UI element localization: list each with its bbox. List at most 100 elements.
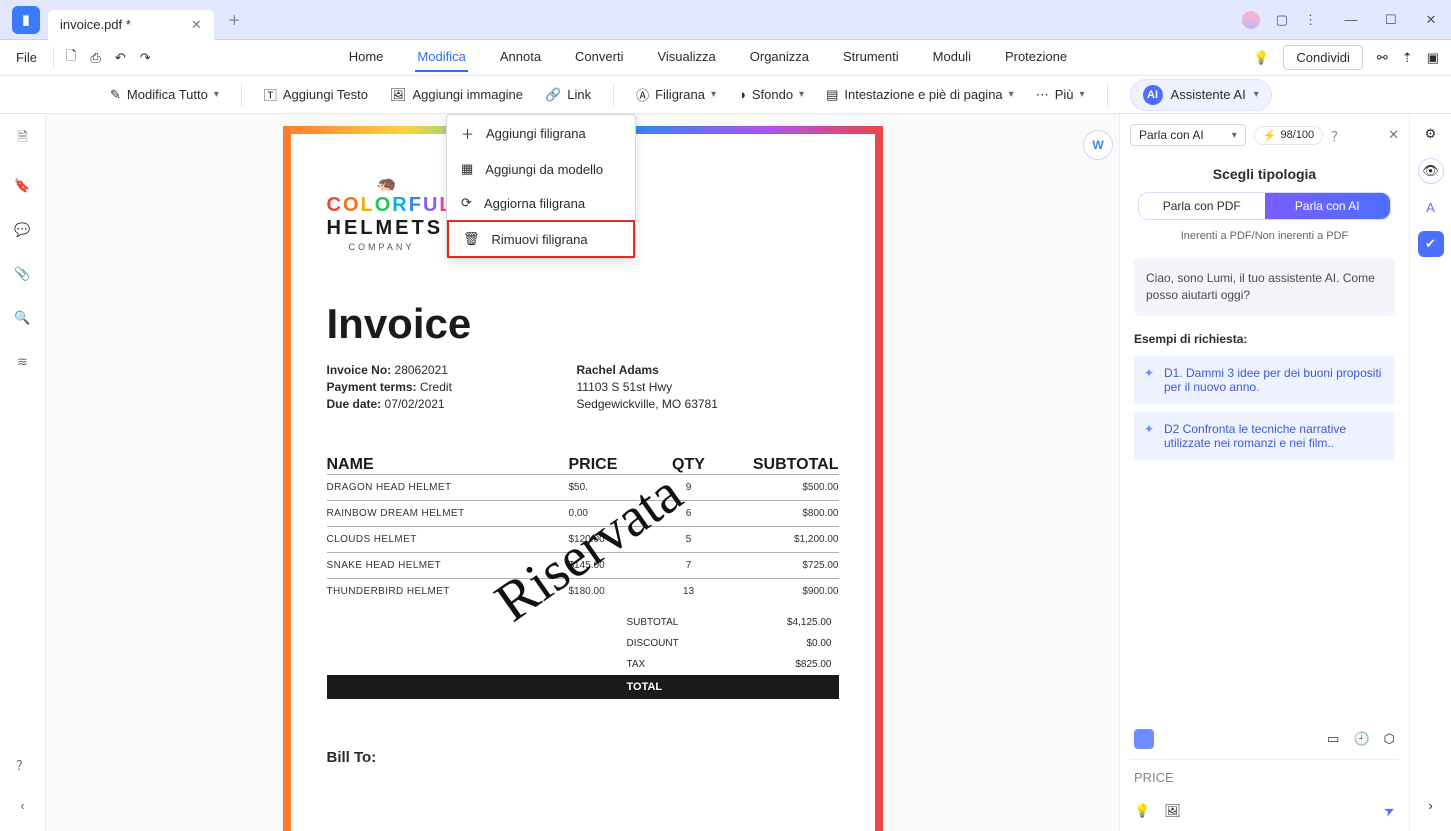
close-panel-icon[interactable]: ✕ — [1388, 127, 1399, 143]
ai-mode-label: Parla con AI — [1139, 128, 1204, 142]
invno-label: Invoice No: — [327, 363, 392, 377]
share-link-icon[interactable]: ⚯ — [1377, 50, 1388, 66]
lightbulb-icon[interactable]: 💡 — [1134, 803, 1150, 819]
convert-to-word-icon[interactable]: W — [1083, 130, 1113, 160]
seg-ai[interactable]: Parla con AI — [1265, 193, 1391, 219]
help-icon[interactable]: ？ — [16, 755, 29, 774]
watermark-dropdown: ＋Aggiungi filigrana ▦Aggiungi da modello… — [446, 114, 636, 259]
undo-icon[interactable]: ↶ — [115, 50, 126, 66]
add-watermark-item[interactable]: ＋Aggiungi filigrana — [447, 115, 635, 152]
cell-name: SNAKE HEAD HELMET — [327, 560, 569, 571]
history-icon[interactable]: 🕘 — [1353, 731, 1369, 747]
maximize-icon[interactable]: ☐ — [1377, 6, 1405, 34]
document-tab[interactable]: invoice.pdf * ✕ — [48, 10, 214, 40]
minimize-icon[interactable]: ― — [1337, 6, 1365, 34]
invno-value: 28062021 — [395, 363, 448, 377]
ai-assistant-button[interactable]: AI Assistente AI ▾ — [1130, 79, 1272, 111]
table-row: SNAKE HEAD HELMET$145.007$725.00 — [327, 552, 839, 578]
print-icon[interactable]: ⎙ — [90, 50, 100, 66]
add-tab-icon[interactable]: ＋ — [228, 10, 241, 29]
update-watermark-item[interactable]: ⟳Aggiorna filigrana — [447, 186, 635, 220]
cloud-upload-icon[interactable]: ⇡ — [1402, 50, 1413, 66]
header-footer-icon: ▤ — [826, 87, 838, 103]
settings-icon[interactable]: ⬡ — [1384, 731, 1395, 747]
ai-eye-icon[interactable]: 👁 — [1418, 158, 1444, 184]
table-row: RAINBOW DREAM HELMET0.006$800.00 — [327, 500, 839, 526]
add-text-button[interactable]: 🅃 Aggiungi Testo — [264, 85, 368, 104]
settings-sliders-icon[interactable]: ⚙ — [1425, 126, 1437, 142]
file-menu[interactable]: File — [0, 50, 53, 65]
help-icon[interactable]: ？ — [1331, 126, 1344, 145]
save-icon[interactable]: 🗋 — [66, 47, 76, 69]
bill-to-label: Bill To: — [327, 749, 839, 766]
background-button[interactable]: ◑ Sfondo ▾ — [738, 87, 804, 102]
menu-edit[interactable]: Modifica — [415, 43, 467, 72]
template-icon: ▦ — [461, 161, 473, 177]
table-row: THUNDERBIRD HELMET$180.0013$900.00 — [327, 578, 839, 604]
chat-icon[interactable]: ▢ — [1276, 12, 1288, 28]
cell-sub: $1,200.00 — [729, 534, 839, 545]
send-icon[interactable]: ➤ — [1381, 801, 1398, 820]
ai-mode-segment: Parla con PDF Parla con AI — [1138, 192, 1391, 220]
cell-qty: 9 — [649, 482, 729, 493]
close-tab-icon[interactable]: ✕ — [191, 17, 202, 33]
menu-organize[interactable]: Organizza — [748, 43, 811, 72]
menu-forms[interactable]: Moduli — [931, 43, 973, 72]
ai-title: Scegli tipologia — [1130, 166, 1399, 182]
ai-app-icon[interactable] — [1134, 729, 1154, 749]
image-attach-icon[interactable]: 🖼 — [1164, 803, 1181, 819]
collapse-right-icon[interactable]: › — [1428, 798, 1432, 813]
background-icon: ◑ — [738, 87, 746, 102]
window-icon[interactable]: ▭ — [1327, 731, 1339, 747]
menu-view[interactable]: Visualizza — [655, 43, 717, 72]
add-watermark-template-item[interactable]: ▦Aggiungi da modello — [447, 152, 635, 186]
menu-convert[interactable]: Converti — [573, 43, 625, 72]
add-image-label: Aggiungi immagine — [412, 87, 523, 102]
bookmarks-icon[interactable]: 🔖 — [14, 178, 30, 194]
account-avatar-icon[interactable] — [1242, 11, 1260, 29]
ai-input[interactable]: PRICE — [1130, 759, 1399, 795]
attachments-icon[interactable]: 📎 — [14, 266, 30, 282]
menu-protect[interactable]: Protezione — [1003, 43, 1069, 72]
redo-icon[interactable]: ↷ — [140, 50, 151, 66]
left-rail: 🗎 🔖 💬 📎 🔍 ≋ ？ ‹ — [0, 114, 46, 831]
layers-icon[interactable]: ≋ — [17, 354, 28, 370]
example-prompt-1[interactable]: D1. Dammi 3 idee per dei buoni propositi… — [1134, 356, 1395, 404]
add-image-button[interactable]: 🖼 Aggiungi immagine — [390, 87, 523, 103]
chevron-down-icon: ▾ — [799, 89, 804, 100]
share-button[interactable]: Condividi — [1283, 45, 1362, 70]
menu-home[interactable]: Home — [347, 43, 386, 72]
document-canvas[interactable]: 🦔 COLORFUL HELMETS COMPANY Invoice Invoi… — [46, 114, 1119, 831]
cell-price: $180.00 — [569, 586, 649, 597]
kebab-menu-icon[interactable]: ⋮ — [1304, 12, 1317, 28]
search-icon[interactable]: 🔍 — [14, 310, 30, 326]
edit-all-button[interactable]: ✎ Modifica Tutto ▾ — [110, 87, 219, 103]
maximize-doc-icon[interactable]: ▣ — [1427, 50, 1439, 66]
ai-magic-icon[interactable]: A — [1426, 200, 1435, 215]
ai-panel: Parla con AI▾ ⚡98/100 ？ ✕ Scegli tipolog… — [1119, 114, 1409, 831]
add-text-label: Aggiungi Testo — [283, 87, 368, 102]
ribbon: ✎ Modifica Tutto ▾ 🅃 Aggiungi Testo 🖼 Ag… — [0, 76, 1451, 114]
ai-mode-select[interactable]: Parla con AI▾ — [1130, 124, 1246, 146]
background-label: Sfondo — [752, 87, 793, 102]
watermark-button[interactable]: Ⓐ Filigrana ▾ — [636, 85, 716, 104]
more-button[interactable]: ⋯ Più ▾ — [1036, 87, 1085, 103]
due-value: 07/02/2021 — [385, 397, 445, 411]
thumbnails-icon[interactable]: 🗎 — [17, 128, 27, 150]
header-footer-button[interactable]: ▤ Intestazione e piè di pagina ▾ — [826, 87, 1014, 103]
menu-annotate[interactable]: Annota — [498, 43, 543, 72]
customer-addr2: Sedgewickville, MO 63781 — [577, 396, 718, 413]
collapse-left-icon[interactable]: ‹ — [20, 798, 24, 813]
example-prompt-2[interactable]: D2 Confronta le tecniche narrative utili… — [1134, 412, 1395, 460]
remove-watermark-item[interactable]: 🗑Rimuovi filigrana — [447, 220, 635, 258]
comments-icon[interactable]: 💬 — [14, 222, 30, 238]
token-counter[interactable]: ⚡98/100 — [1254, 126, 1323, 145]
update-watermark-label: Aggiorna filigrana — [484, 196, 585, 211]
lightbulb-icon[interactable]: 💡 — [1253, 50, 1269, 66]
menubar: File 🗋 ⎙ ↶ ↷ Home Modifica Annota Conver… — [0, 40, 1451, 76]
seg-pdf[interactable]: Parla con PDF — [1139, 193, 1265, 219]
menu-tools[interactable]: Strumenti — [841, 43, 901, 72]
close-window-icon[interactable]: ✕ — [1417, 6, 1445, 34]
ai-check-icon[interactable]: ✔ — [1418, 231, 1444, 257]
link-button[interactable]: 🔗 Link — [545, 87, 591, 103]
